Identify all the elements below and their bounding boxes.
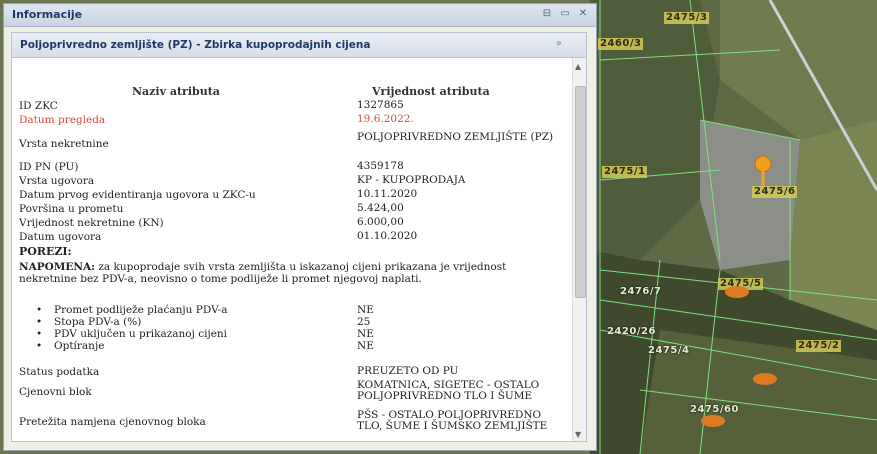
attr-name: Datum pregleda bbox=[19, 114, 106, 126]
bullet-icon: • bbox=[36, 304, 43, 316]
list-item: • Promet podliježe plaćanju PDV-a NE bbox=[36, 304, 574, 316]
parcel-label: 2475/2 bbox=[796, 340, 842, 352]
note-label: NAPOMENA: bbox=[19, 261, 96, 273]
bullet-icon: • bbox=[36, 328, 43, 340]
attr-name: Površina u prometu bbox=[19, 203, 124, 215]
attr-value: 19.6.2022. bbox=[357, 113, 414, 125]
table-row: Vrsta ugovora KP - KUPOPRODAJA bbox=[12, 175, 572, 189]
parcel-label: 2476/7 bbox=[620, 286, 662, 297]
parcel-label: 2475/3 bbox=[664, 12, 710, 24]
attr-value: 10.11.2020 bbox=[357, 188, 418, 200]
tax-value: NE bbox=[357, 328, 374, 340]
layer-section-header[interactable]: Poljoprivredno zemljište (PZ) - Zbirka k… bbox=[12, 33, 586, 58]
table-row: Cjenovni blok KOMATNICA, SIGETEC - OSTAL… bbox=[12, 380, 572, 406]
table-row: Datum ugovora 01.10.2020 bbox=[12, 231, 572, 245]
parcel-label: 2420/26 bbox=[607, 326, 656, 337]
attr-value: POLJOPRIVREDNO ZEMLJIŠTE (PZ) bbox=[357, 131, 554, 143]
tax-value: 25 bbox=[357, 316, 371, 328]
attr-name: ID ZKC bbox=[19, 100, 58, 112]
tax-value: NE bbox=[357, 304, 374, 316]
location-pin-icon[interactable] bbox=[752, 154, 774, 188]
attr-value: 01.10.2020 bbox=[357, 230, 418, 242]
attr-name: Status podatka bbox=[19, 366, 100, 378]
attr-value: PŠS - OSTALO POLJOPRIVREDNO TLO, ŠUME I … bbox=[357, 409, 548, 432]
parcel-label: 2475/4 bbox=[648, 345, 690, 356]
scroll-down-icon[interactable]: ▼ bbox=[575, 430, 581, 439]
taxes-note: NAPOMENA: za kupoprodaje svih vrsta zeml… bbox=[19, 261, 567, 285]
attr-value: KP - KUPOPRODAJA bbox=[357, 174, 466, 186]
attr-value: KOMATNICA, SIGETEC - OSTALO POLJOPRIVRED… bbox=[357, 379, 540, 402]
list-item: • Stopa PDV-a (%) 25 bbox=[36, 316, 574, 328]
attr-value: 1327865 bbox=[357, 99, 404, 111]
attr-name: Pretežita namjena cjenovnog bloka bbox=[19, 416, 206, 428]
tax-name: Stopa PDV-a (%) bbox=[54, 316, 142, 328]
tax-value: NE bbox=[357, 340, 374, 352]
attr-name: Vrsta ugovora bbox=[19, 175, 95, 187]
bullet-icon: • bbox=[36, 340, 43, 352]
tax-name: PDV uključen u prikazanoj cijeni bbox=[54, 328, 228, 340]
bullet-icon: • bbox=[36, 316, 43, 328]
window-tools: ⊟ ▭ ✕ bbox=[540, 7, 590, 21]
attr-name: Vrsta nekretnine bbox=[19, 138, 109, 150]
list-item: • PDV uključen u prikazanoj cijeni NE bbox=[36, 328, 574, 340]
price-marker-icon[interactable] bbox=[752, 372, 778, 386]
attr-name: Datum prvog evidentiranja ugovora u ZKC-… bbox=[19, 189, 256, 201]
info-window: Informacije ⊟ ▭ ✕ Poljoprivredno zemljiš… bbox=[3, 3, 597, 451]
attr-value: 6.000,00 bbox=[357, 216, 404, 228]
price-marker-icon[interactable] bbox=[724, 285, 750, 299]
table-row: Površina u prometu 5.424,00 bbox=[12, 203, 572, 217]
attr-name: Datum ugovora bbox=[19, 231, 102, 243]
table-row: Pretežita namjena cjenovnog bloka PŠS - … bbox=[12, 410, 572, 436]
table-row: Vrsta nekretnine POLJOPRIVREDNO ZEMLJIŠT… bbox=[12, 132, 572, 156]
layer-section: Poljoprivredno zemljište (PZ) - Zbirka k… bbox=[11, 32, 587, 442]
collapse-icon[interactable]: ⊟ bbox=[540, 7, 554, 21]
info-window-title: Informacije bbox=[12, 8, 83, 21]
table-row: Datum prvog evidentiranja ugovora u ZKC-… bbox=[12, 189, 572, 203]
vertical-scrollbar[interactable]: ▲ ▼ bbox=[572, 58, 586, 441]
info-window-header[interactable]: Informacije ⊟ ▭ ✕ bbox=[4, 4, 596, 27]
column-header-value: Vrijednost atributa bbox=[372, 85, 490, 98]
list-item: • Optíranje NE bbox=[36, 340, 574, 352]
table-row: Datum pregleda 19.6.2022. bbox=[12, 114, 572, 128]
attr-name: Vrijednost nekretnine (KN) bbox=[19, 217, 164, 229]
scrollbar-thumb[interactable] bbox=[575, 86, 586, 298]
table-row: Vrijednost nekretnine (KN) 6.000,00 bbox=[12, 217, 572, 231]
attr-name: ID PN (PU) bbox=[19, 161, 79, 173]
tax-name: Optíranje bbox=[54, 340, 105, 352]
close-icon[interactable]: ✕ bbox=[576, 7, 590, 21]
maximize-icon[interactable]: ▭ bbox=[558, 7, 572, 21]
table-row: Status podatka PREUZETO OD PU bbox=[12, 366, 572, 380]
price-marker-icon[interactable] bbox=[700, 414, 726, 428]
tax-name: Promet podliježe plaćanju PDV-a bbox=[54, 304, 228, 316]
parcel-label: 2475/1 bbox=[602, 166, 648, 178]
table-row: ID ZKC 1327865 bbox=[12, 100, 572, 114]
attr-value: 5.424,00 bbox=[357, 202, 404, 214]
table-row: ID PN (PU) 4359178 bbox=[12, 161, 572, 175]
scroll-up-icon[interactable]: ▲ bbox=[575, 62, 581, 71]
attr-value: PREUZETO OD PU bbox=[357, 365, 459, 377]
collapse-section-icon[interactable]: » bbox=[556, 38, 562, 49]
taxes-heading: POREZI: bbox=[19, 245, 72, 258]
attribute-table: Naziv atributa Vrijednost atributa ID ZK… bbox=[12, 58, 574, 441]
attr-name: Cjenovni blok bbox=[19, 386, 92, 398]
attr-value: 4359178 bbox=[357, 160, 404, 172]
parcel-label: 2460/3 bbox=[598, 38, 644, 50]
column-header-name: Naziv atributa bbox=[132, 85, 220, 98]
layer-section-title: Poljoprivredno zemljište (PZ) - Zbirka k… bbox=[20, 39, 371, 51]
